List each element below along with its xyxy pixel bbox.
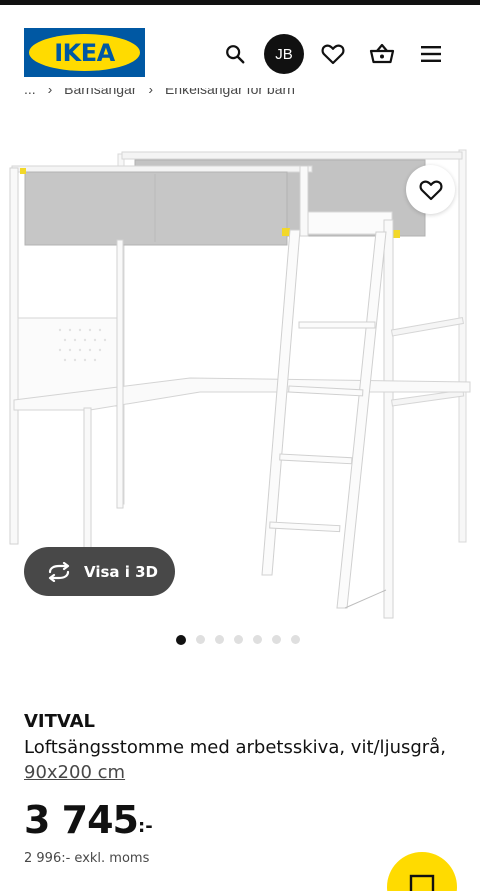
menu-icon [421,46,441,62]
breadcrumb-separator: › [148,88,154,97]
gallery-dot-4[interactable] [234,635,243,644]
logo-oval: IKEA [29,34,140,71]
floating-action-button[interactable] [387,852,457,891]
logo-text: IKEA [54,38,115,67]
favourites-button[interactable] [313,34,353,74]
rotate-3d-icon [48,561,70,582]
breadcrumb-item-barnsangar[interactable]: Barnsängar [64,88,136,97]
product-description-block: Loftsängsstomme med arbetsskiva, vit/lju… [24,735,464,785]
basket-icon [369,43,395,64]
search-button[interactable] [215,34,255,74]
gallery-pagination [176,635,300,645]
breadcrumb-separator: › [47,88,53,97]
add-to-favourites-button[interactable] [406,165,455,214]
gallery-dot-6[interactable] [272,635,281,644]
product-name: VITVAL [24,711,96,732]
product-size-link[interactable]: 90x200 cm [24,762,125,783]
breadcrumb: ... › Barnsängar › Enkelsängar för barn [24,88,464,102]
ikea-logo[interactable]: IKEA [24,28,145,77]
gallery-dot-2[interactable] [196,635,205,644]
gallery-dot-3[interactable] [215,635,224,644]
gallery-dot-1[interactable] [176,635,186,645]
price-excl-vat: 2 996:- exkl. moms [24,851,150,866]
heart-icon [321,44,345,65]
price-suffix: :- [138,816,153,837]
chat-icon [409,874,435,891]
menu-button[interactable] [411,34,451,74]
product-description: Loftsängsstomme med arbetsskiva, vit/lju… [24,737,446,758]
view-in-3d-label: Visa i 3D [84,562,159,581]
view-in-3d-button[interactable]: Visa i 3D [24,547,175,596]
avatar[interactable]: JB [264,34,304,74]
basket-button[interactable] [362,34,402,74]
search-icon [226,45,245,64]
heart-icon [419,180,442,200]
product-price: 3 745 :- [24,798,153,842]
breadcrumb-item-ellipsis[interactable]: ... [24,88,36,97]
breadcrumb-item-enkelsangar[interactable]: Enkelsängar för barn [165,88,295,97]
gallery-dot-7[interactable] [291,635,300,644]
gallery-dot-5[interactable] [253,635,262,644]
price-amount: 3 745 [24,798,139,842]
site-header: IKEA JB [0,5,480,95]
